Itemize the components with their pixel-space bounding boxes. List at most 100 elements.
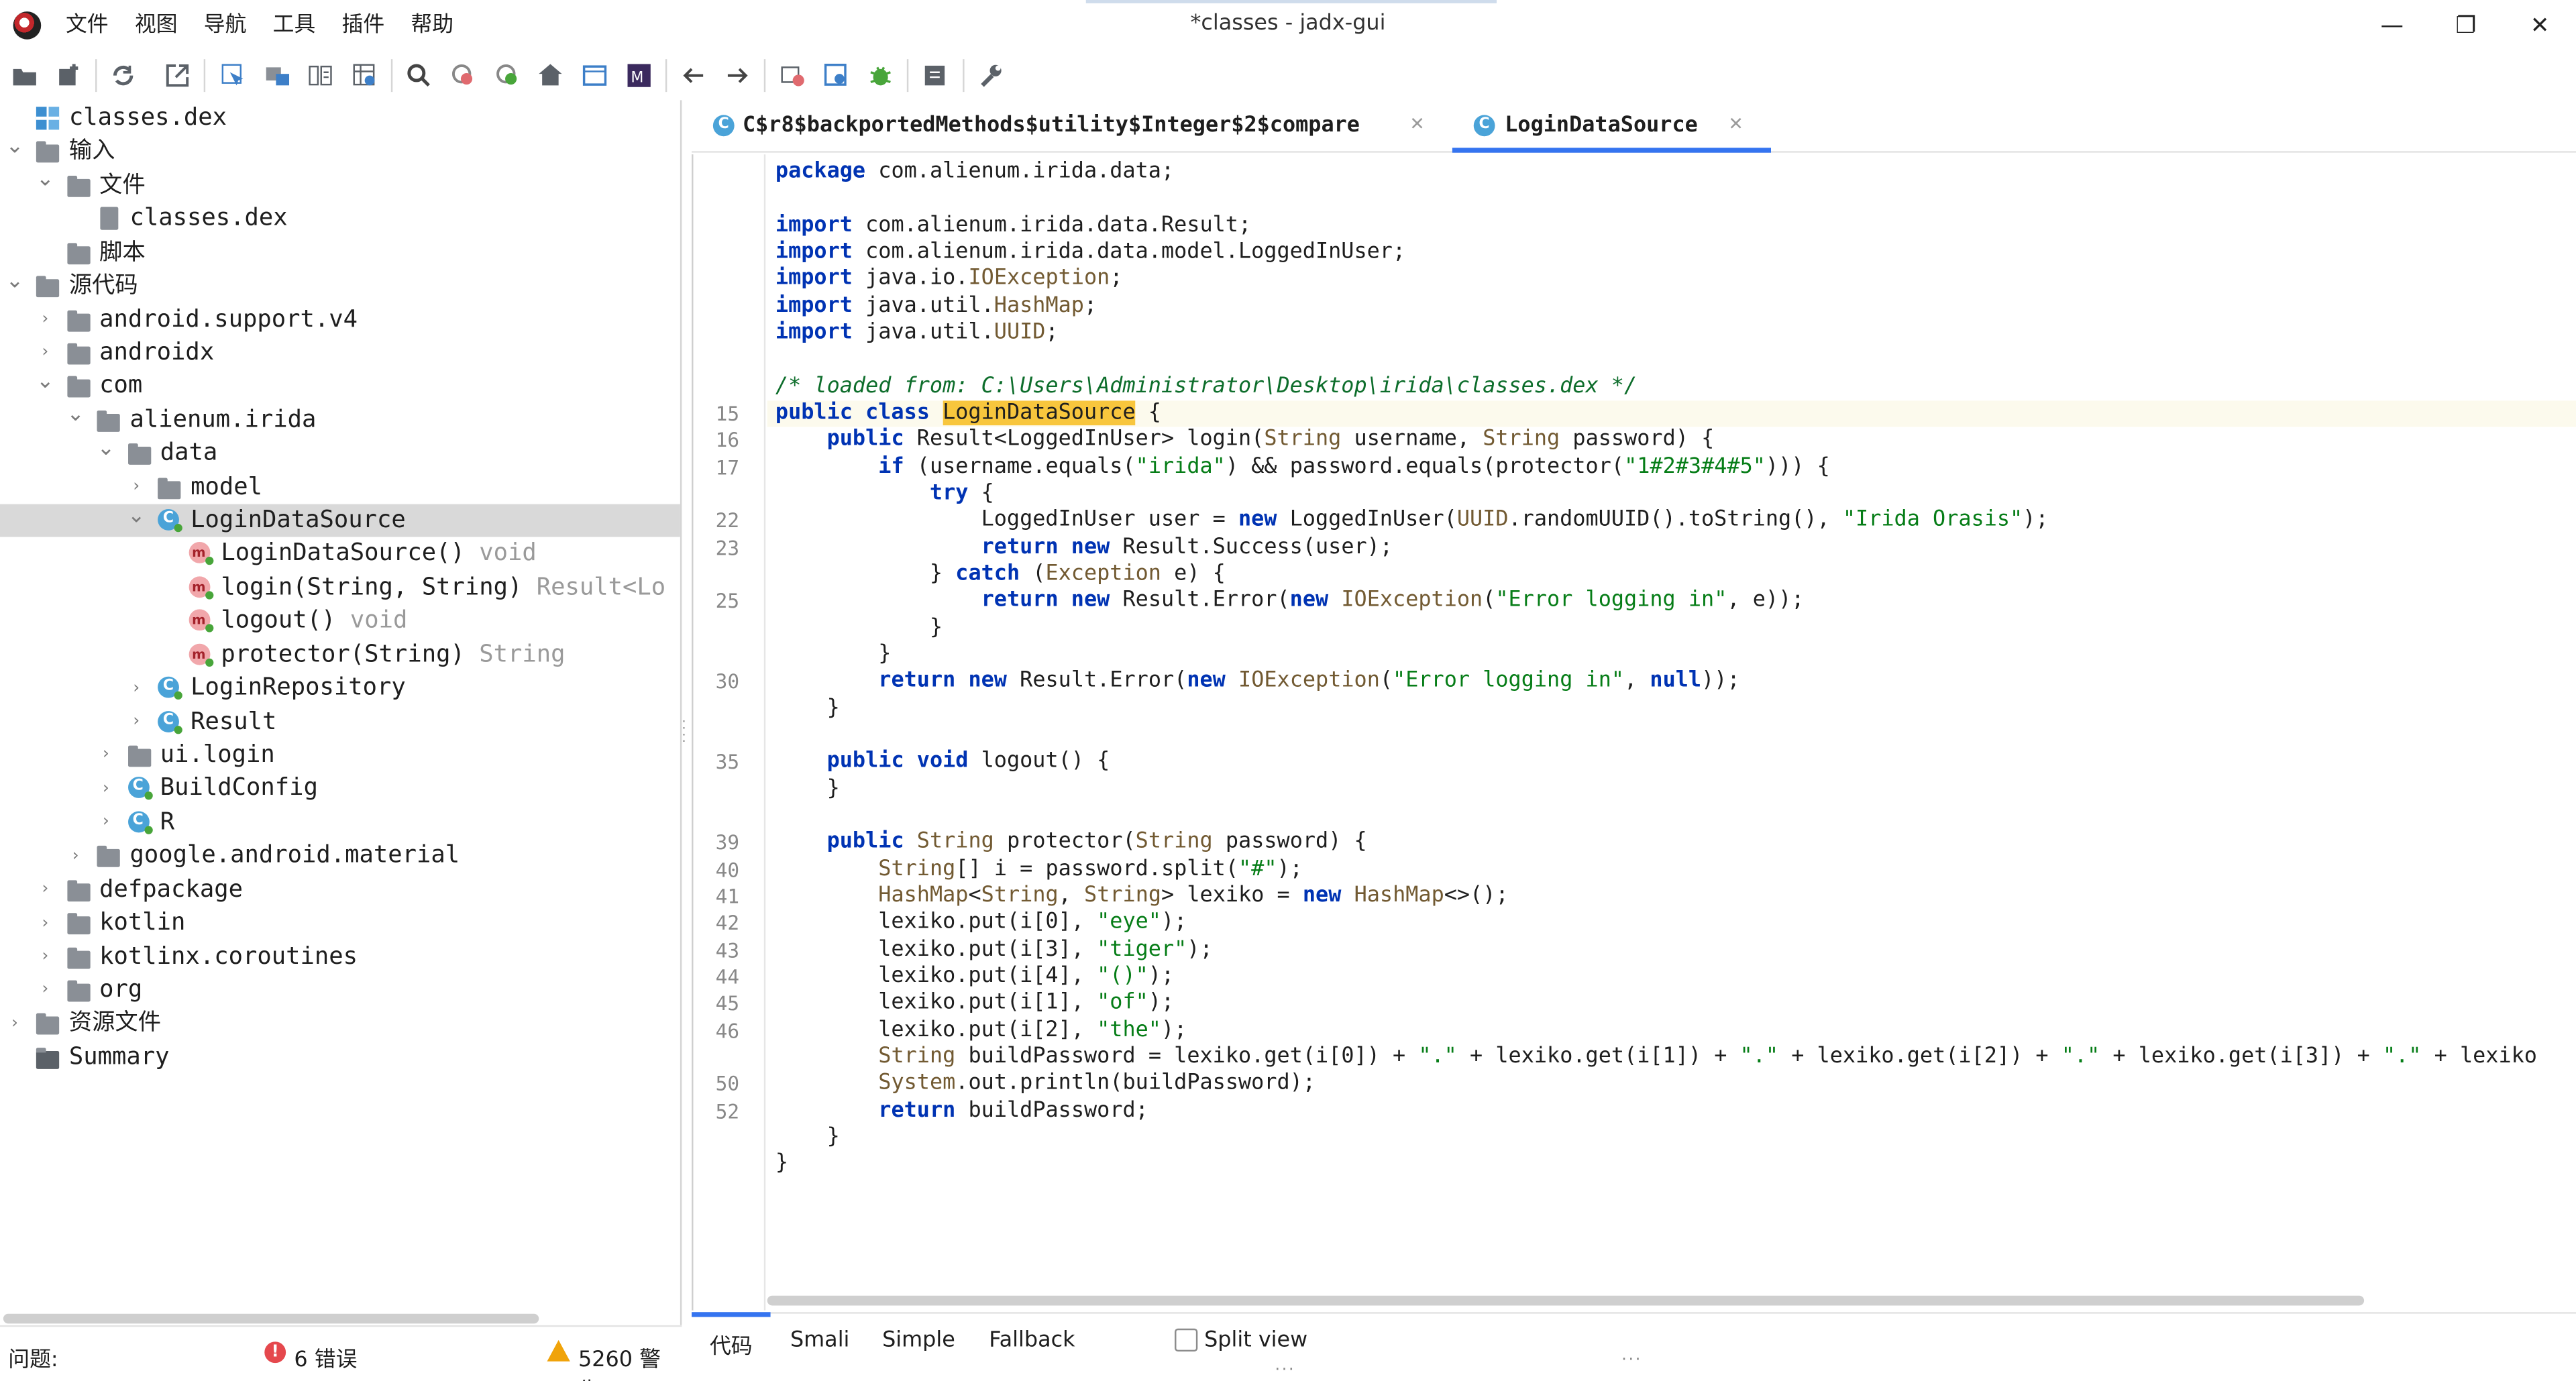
tree-item[interactable]: ⌄ 输入 [0,135,680,169]
chevron-right-icon[interactable]: › [128,710,144,733]
tree-item[interactable]: ⌄ data [0,437,680,471]
chevron-right-icon[interactable]: › [98,777,114,800]
settings-wrench-icon[interactable] [976,61,1006,91]
close-tab-icon[interactable]: ✕ [1409,113,1425,135]
tree-item[interactable]: ⌄ com [0,370,680,404]
export-icon[interactable] [162,61,192,91]
open-folder-icon[interactable] [10,61,40,91]
tree-item[interactable]: ⌄ 源代码 [0,269,680,303]
code-line: return new Result.Success(user); [981,535,1393,559]
tree-item[interactable]: ⌄ alienum.irida [0,403,680,437]
tree-item[interactable]: › android.support.v4 [0,303,680,337]
class-icon: C [127,777,152,801]
code-line: public class LoginDataSource { [775,400,1161,426]
close-tab-icon[interactable]: ✕ [1728,113,1743,135]
chevron-right-icon[interactable]: › [37,979,53,1001]
mapping-icon[interactable]: M [625,61,654,91]
tree-item[interactable]: m login(String, String) Result<Lo [0,571,680,605]
tree-item[interactable]: m protector(String) String [0,639,680,672]
deobfuscation-icon[interactable] [350,61,380,91]
preferences-window-icon[interactable] [580,61,609,91]
chevron-down-icon[interactable]: ⌄ [127,504,146,529]
chevron-down-icon[interactable]: ⌄ [36,168,54,193]
minimize-button[interactable]: — [2354,0,2430,52]
tree-item[interactable]: › androidx [0,337,680,370]
warnings-count[interactable]: 5260 警告 [578,1341,682,1381]
tab-fallback[interactable]: Fallback [989,1329,1075,1354]
maximize-button[interactable]: ❐ [2428,0,2504,52]
chevron-right-icon[interactable]: › [67,844,83,867]
tree-item[interactable]: › kotlinx.coroutines [0,940,680,974]
chevron-right-icon[interactable]: › [128,476,144,498]
tree-item[interactable]: ⌄ C LoginDataSource [0,504,680,538]
drag-handle-icon[interactable]: ··· [1275,1362,1295,1380]
back-icon[interactable] [678,61,708,91]
folder-icon [66,242,90,264]
editor-horizontal-scrollbar[interactable] [767,1295,2365,1306]
tab-code[interactable]: 代码 [710,1329,753,1360]
chevron-right-icon[interactable]: › [98,744,114,767]
chevron-right-icon[interactable]: › [37,878,53,901]
tab-logindatasource[interactable]: C LoginDataSource ✕ [1452,100,1773,153]
tree-item[interactable]: Summary [0,1041,680,1074]
tree-item[interactable]: › kotlin [0,907,680,940]
tree-item[interactable]: › google.android.material [0,840,680,873]
tree-item-text: androidx [99,339,215,366]
sync-icon[interactable] [109,61,138,91]
tree-item[interactable]: › model [0,471,680,504]
tree-item[interactable]: › C Result [0,706,680,739]
drag-handle-icon[interactable]: ··· [1621,1351,1642,1370]
code-editor[interactable]: package com.alienum.irida.data; import co… [692,154,2576,1311]
add-files-icon[interactable] [54,61,84,91]
tree-item[interactable]: m logout() void [0,605,680,639]
sync-tree-icon[interactable] [219,61,248,91]
chevron-down-icon[interactable]: ⌄ [6,135,24,160]
chevron-right-icon[interactable]: › [98,811,114,834]
tree-item[interactable]: › 资源文件 [0,1007,680,1041]
chevron-right-icon[interactable]: › [37,341,53,364]
chevron-right-icon[interactable]: › [37,912,53,934]
chevron-down-icon[interactable]: ⌄ [36,370,54,394]
find-class-icon[interactable] [493,61,523,91]
tree-item[interactable]: ⌄ 文件 [0,168,680,203]
chevron-right-icon[interactable]: › [128,677,144,700]
debug-bug-icon[interactable] [866,61,896,91]
home-icon[interactable] [535,61,565,91]
tree-item[interactable]: › defpackage [0,873,680,907]
tree-item[interactable]: m LoginDataSource() void [0,538,680,571]
tree-item[interactable]: 脚本 [0,236,680,270]
tab-simple[interactable]: Simple [882,1329,955,1354]
code-line: LoggedInUser user = new LoggedInUser(UUI… [775,508,2049,533]
tree-item[interactable]: classes.dex [0,102,680,135]
chevron-right-icon[interactable]: › [7,1012,23,1035]
decompile-all-icon[interactable] [779,61,808,91]
tree-item[interactable]: › C LoginRepository [0,672,680,706]
code-line: lexiko.put(i[0], "eye"); [775,909,1187,935]
tree-horizontal-scrollbar[interactable] [3,1313,539,1324]
tree-item[interactable]: classes.dex [0,203,680,236]
log-viewer-icon[interactable] [920,61,949,91]
chevron-right-icon[interactable]: › [37,308,53,331]
tab-compare[interactable]: C C$r8$backportedMethods$utility$Integer… [692,100,1448,152]
toolbar-separator [665,59,667,93]
search-icon[interactable] [404,61,433,91]
chevron-down-icon[interactable]: ⌄ [66,403,85,428]
show-all-icon[interactable] [306,61,335,91]
folder-icon [66,980,90,1002]
find-usage-icon[interactable] [449,61,478,91]
splitter-handle[interactable]: · · · · [682,715,688,752]
tree-item[interactable]: › ui.login [0,739,680,773]
chevron-down-icon[interactable]: ⌄ [97,437,115,461]
tab-smali[interactable]: Smali [790,1329,849,1354]
quark-icon[interactable] [821,61,851,91]
flatten-packages-icon[interactable] [263,61,292,91]
close-button[interactable]: ✕ [2502,0,2576,52]
split-view-checkbox[interactable] [1175,1328,1198,1352]
tree-item[interactable]: › C R [0,806,680,840]
forward-icon[interactable] [723,61,753,91]
errors-count[interactable]: 6 错误 [294,1341,357,1373]
chevron-right-icon[interactable]: › [37,945,53,968]
tree-item[interactable]: › C BuildConfig [0,773,680,806]
chevron-down-icon[interactable]: ⌄ [6,269,24,294]
tree-item[interactable]: › org [0,974,680,1007]
